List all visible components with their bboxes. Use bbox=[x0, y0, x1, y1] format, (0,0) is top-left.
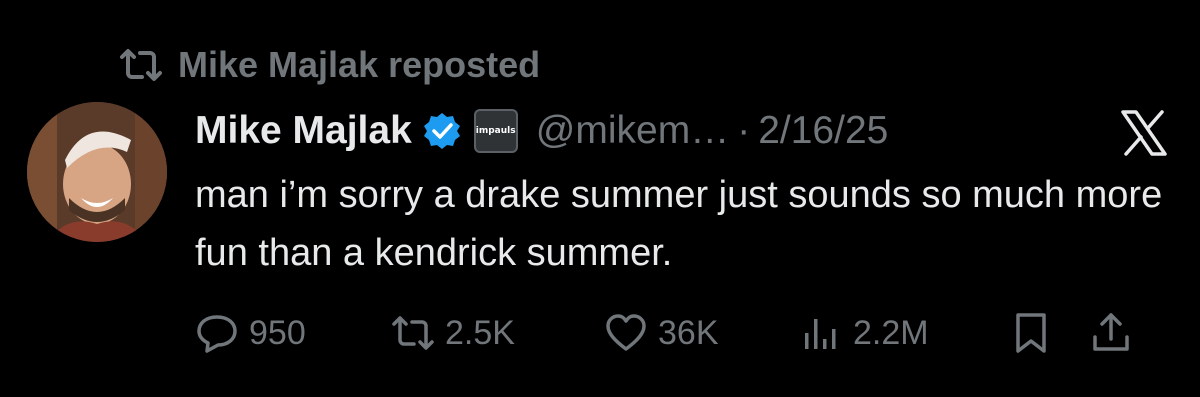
verified-badge-icon[interactable] bbox=[422, 111, 462, 151]
reply-button[interactable]: 950 bbox=[195, 311, 391, 355]
x-logo-icon bbox=[1121, 110, 1167, 156]
action-bar: 950 2.5K 36K 2.2M bbox=[195, 308, 1175, 358]
tweet-date[interactable]: 2/16/25 bbox=[758, 109, 888, 153]
reply-icon bbox=[197, 315, 237, 353]
views-icon bbox=[805, 319, 836, 349]
bookmark-icon bbox=[1016, 313, 1046, 353]
affiliate-badge[interactable]: impaulsive bbox=[473, 109, 518, 153]
tweet-text: man i’m sorry a drake summer just sounds… bbox=[195, 174, 1163, 274]
avatar-photo bbox=[27, 102, 167, 242]
repost-button[interactable]: 2.5K bbox=[391, 311, 604, 355]
repost-icon bbox=[120, 49, 162, 81]
like-button[interactable]: 36K bbox=[604, 311, 799, 355]
bookmark-button[interactable] bbox=[1009, 311, 1089, 355]
separator-dot: · bbox=[737, 109, 751, 152]
avatar[interactable] bbox=[27, 102, 167, 242]
repost-indicator[interactable]: Mike Majlak reposted bbox=[118, 42, 540, 88]
display-name[interactable]: Mike Majlak bbox=[195, 109, 412, 153]
repost-count: 2.5K bbox=[445, 313, 515, 352]
handle[interactable]: @mikem… bbox=[536, 109, 729, 153]
views-button[interactable]: 2.2M bbox=[799, 311, 1009, 355]
views-count: 2.2M bbox=[853, 313, 929, 352]
reply-count: 950 bbox=[249, 313, 306, 352]
tweet-header: Mike Majlak impaulsive @mikem… · 2/16/25 bbox=[195, 104, 888, 158]
repost-icon bbox=[392, 316, 434, 350]
affiliate-badge-text: impaulsive bbox=[475, 126, 516, 136]
like-count: 36K bbox=[658, 313, 719, 352]
like-icon bbox=[606, 314, 646, 351]
share-icon bbox=[1093, 313, 1129, 351]
repost-label: Mike Majlak reposted bbox=[178, 44, 541, 85]
share-button[interactable] bbox=[1089, 311, 1149, 355]
